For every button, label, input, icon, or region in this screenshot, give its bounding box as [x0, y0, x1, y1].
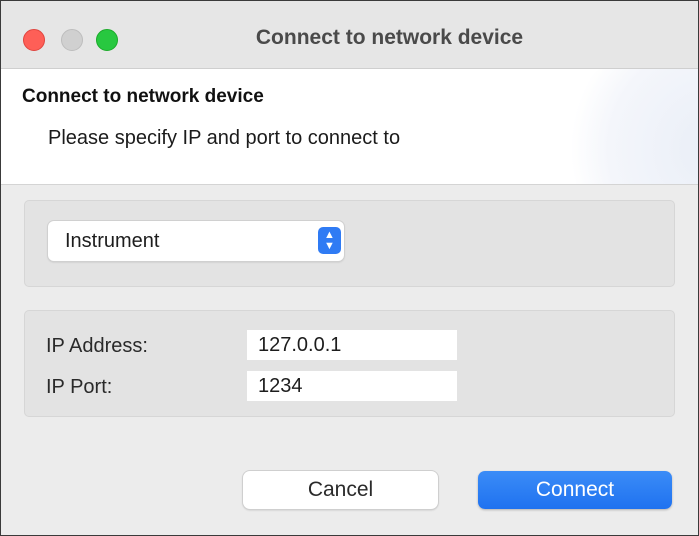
ip-address-label: IP Address:: [46, 335, 148, 357]
window-title: Connect to network device: [255, 26, 524, 49]
dialog-heading: Connect to network device: [22, 86, 264, 107]
dialog-header-banner: Connect to network device Please specify…: [1, 69, 698, 185]
banner-decoration: [558, 69, 698, 184]
ip-port-input[interactable]: [247, 371, 457, 401]
device-type-select[interactable]: Instrument ▲ ▼: [48, 221, 344, 261]
ip-address-input[interactable]: [247, 330, 457, 360]
device-type-selected-value: Instrument: [65, 230, 160, 252]
ip-port-label: IP Port:: [46, 376, 113, 398]
dialog-description: Please specify IP and port to connect to: [48, 127, 401, 149]
cancel-button[interactable]: Cancel: [243, 471, 438, 509]
connect-dialog-window: Connect to network device Connect to net…: [0, 0, 699, 536]
title-bar: Connect to network device: [1, 1, 698, 69]
connect-button[interactable]: Connect: [478, 471, 672, 509]
up-down-chevron-icon: ▲ ▼: [318, 227, 341, 254]
